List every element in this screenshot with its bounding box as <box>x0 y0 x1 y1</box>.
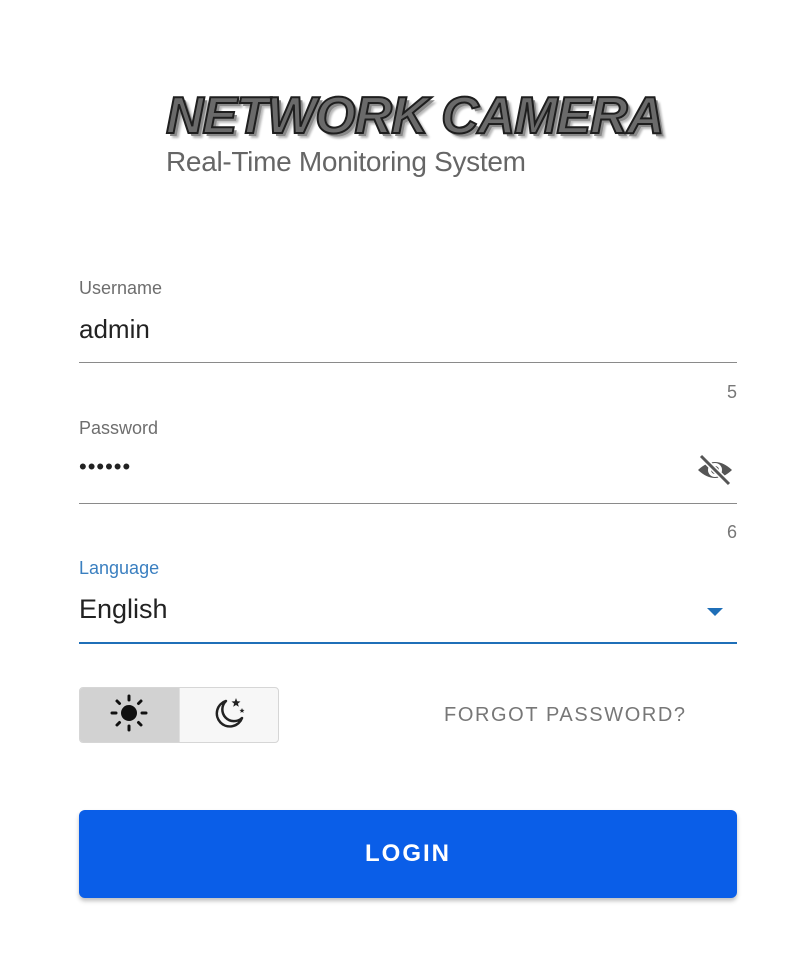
language-underline <box>79 642 737 644</box>
light-theme-button[interactable] <box>80 688 179 742</box>
password-field[interactable]: Password •••••• 6 <box>79 416 737 546</box>
login-button-label: LOGIN <box>365 840 451 867</box>
login-page: NETWORK CAMERA Real-Time Monitoring Syst… <box>0 0 800 962</box>
logo-title: NETWORK CAMERA <box>165 86 665 146</box>
dark-theme-button[interactable] <box>178 688 279 742</box>
sun-icon <box>109 693 149 738</box>
theme-toggle <box>79 687 279 743</box>
password-label: Password <box>79 418 159 438</box>
username-input[interactable]: admin <box>79 314 150 345</box>
eye-off-icon[interactable] <box>695 450 735 490</box>
forgot-password-link[interactable]: FORGOT PASSWORD? <box>444 704 687 727</box>
username-underline <box>79 362 737 363</box>
language-label: Language <box>79 558 160 578</box>
language-selected-value[interactable]: English <box>79 594 168 625</box>
password-underline <box>79 503 737 504</box>
language-select[interactable]: Language English <box>79 556 737 648</box>
username-char-counter: 5 <box>726 382 737 402</box>
username-field[interactable]: Username admin 5 <box>79 276 737 406</box>
logo-subtitle: Real-Time Monitoring System <box>166 146 526 177</box>
password-input[interactable]: •••••• <box>79 454 131 480</box>
caret-down-icon[interactable] <box>707 608 723 616</box>
moon-stars-icon <box>209 693 249 738</box>
username-label: Username <box>79 278 163 298</box>
password-char-counter: 6 <box>726 522 737 542</box>
login-button[interactable]: LOGIN <box>79 810 737 898</box>
